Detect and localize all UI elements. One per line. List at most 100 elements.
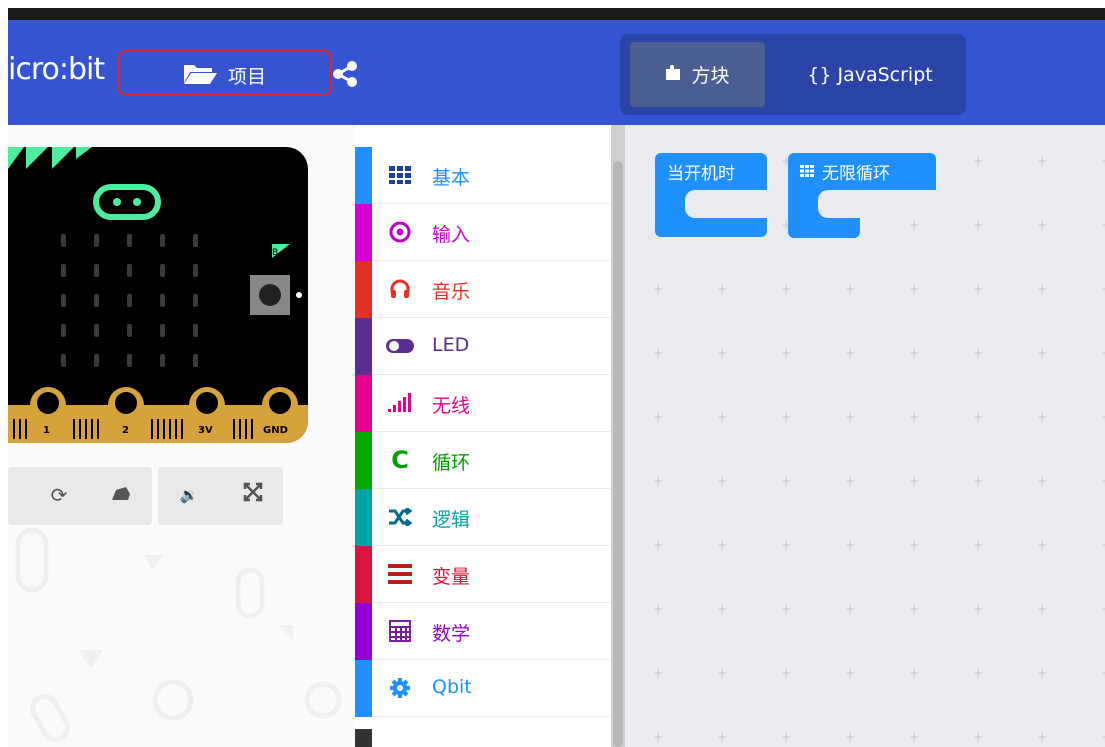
grid-mark: + (717, 602, 728, 616)
category-color-bar (355, 147, 372, 204)
led (61, 354, 66, 367)
pin-label-1: 1 (43, 425, 50, 436)
led (61, 234, 66, 247)
gear-icon (385, 675, 415, 701)
grid-mark: + (1101, 155, 1105, 167)
category-label: 循环 (432, 452, 471, 474)
fullscreen-icon[interactable] (240, 482, 266, 508)
grid-mark: + (1101, 219, 1105, 231)
slowmo-icon[interactable] (108, 482, 134, 508)
grid-mark: + (845, 282, 856, 296)
grid-mark: + (973, 602, 984, 616)
category-more-bar (355, 729, 372, 747)
editor-toggle: 方块 {} JavaScript (620, 34, 966, 115)
grid-mark: + (717, 346, 728, 360)
led (127, 234, 132, 247)
category-logic[interactable]: 逻辑 (355, 489, 611, 546)
category-loops[interactable]: C 循环 (355, 432, 611, 489)
category-color-bar (355, 489, 372, 546)
grid-mark: + (845, 346, 856, 360)
grid-mark: + (653, 666, 664, 680)
block-header: 当开机时 (655, 153, 767, 190)
project-label: 项目 (228, 66, 267, 88)
grid-mark: + (653, 538, 664, 552)
toolbox-scrollbar[interactable] (611, 125, 625, 747)
category-variables[interactable]: 变量 (355, 546, 611, 603)
grid-mark: + (909, 538, 920, 552)
category-radio[interactable]: 无线 (355, 375, 611, 432)
category-label: 基本 (432, 167, 471, 189)
grid-mark: + (1037, 474, 1048, 488)
category-music[interactable]: 音乐 (355, 261, 611, 318)
audio-icon[interactable]: 🔉 (176, 482, 202, 508)
grid-mark: + (1101, 283, 1105, 295)
led (160, 294, 165, 307)
simulator-controls-left: ⟳ (8, 467, 152, 525)
forever-block[interactable]: 无限循环 (788, 153, 936, 239)
grid-mark: + (973, 538, 984, 552)
grid-mark: + (781, 282, 792, 296)
on-start-block[interactable]: 当开机时 (655, 153, 767, 237)
blocks-tab[interactable]: 方块 (630, 42, 765, 107)
share-icon[interactable] (330, 59, 360, 89)
javascript-tab[interactable]: {} JavaScript (780, 42, 960, 107)
brand-logo[interactable]: icro:bit (8, 52, 105, 87)
grid-mark: + (845, 666, 856, 680)
blocks-workspace[interactable]: + + + + + + + + + + + + + + + + + + + + + + + + + + + + + + + + + + + + + + + +… (625, 125, 1105, 747)
refresh-icon: C (391, 446, 409, 474)
grid-mark: + (781, 666, 792, 680)
grid-mark: + (717, 538, 728, 552)
category-color-bar (355, 603, 372, 660)
grid-mark: + (1037, 538, 1048, 552)
category-led[interactable]: LED (355, 318, 611, 375)
category-label: 数学 (432, 623, 471, 645)
led (94, 264, 99, 277)
grid-mark: + (845, 730, 856, 744)
grid-mark: + (1101, 731, 1105, 743)
grid-mark: + (973, 410, 984, 424)
block-header: 无限循环 (788, 153, 936, 190)
simulator-panel: B 1 2 3V GND ⟳ 🔉 (8, 125, 355, 747)
grid-mark: + (717, 474, 728, 488)
project-button-highlight[interactable]: 项目 (118, 50, 332, 96)
grid-mark: + (653, 730, 664, 744)
category-color-bar (355, 318, 372, 375)
pin-label-3v: 3V (198, 425, 213, 436)
grid-mark: + (653, 346, 664, 360)
category-math[interactable]: 数学 (355, 603, 611, 660)
category-basic[interactable]: 基本 (355, 147, 611, 204)
grid-mark: + (653, 410, 664, 424)
grid-mark: + (1101, 411, 1105, 423)
category-label: 音乐 (432, 281, 471, 303)
led (193, 294, 198, 307)
grid-mark: + (717, 410, 728, 424)
led (94, 354, 99, 367)
grid-mark: + (909, 282, 920, 296)
restart-icon[interactable]: ⟳ (46, 482, 72, 508)
simulator-controls-right: 🔉 (158, 467, 283, 525)
category-color-bar (355, 261, 372, 318)
calculator-icon (385, 618, 415, 644)
grid-mark: + (781, 346, 792, 360)
category-qbit[interactable]: Qbit (355, 660, 611, 717)
microbit-board[interactable]: B 1 2 3V GND (8, 147, 308, 443)
grid-mark: + (973, 282, 984, 296)
block-slot (685, 190, 767, 218)
category-color-bar (355, 432, 372, 489)
category-label: 输入 (432, 224, 471, 246)
grid-mark: + (973, 218, 984, 232)
grid-mark: + (845, 602, 856, 616)
led (61, 294, 66, 307)
toggle-icon (385, 333, 415, 359)
led (127, 294, 132, 307)
scrollbar-thumb[interactable] (613, 161, 623, 747)
category-input[interactable]: 输入 (355, 204, 611, 261)
grid-mark: + (1037, 602, 1048, 616)
category-color-bar (355, 204, 372, 261)
target-icon (385, 219, 415, 245)
grid-mark: + (1101, 539, 1105, 551)
window-top-strip (0, 0, 1105, 20)
browser-chrome-edge (8, 8, 1105, 20)
grid-mark: + (909, 346, 920, 360)
shuffle-icon (385, 504, 415, 530)
